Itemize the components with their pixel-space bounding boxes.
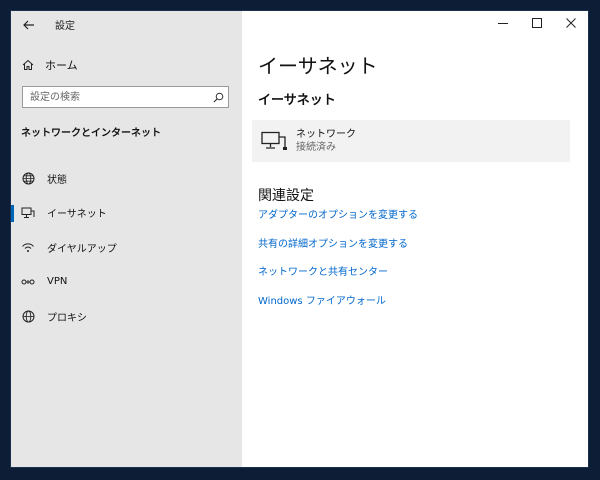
- home-link[interactable]: ホーム: [21, 55, 78, 75]
- sidebar: 設定 ホーム ネットワークとインターネット: [11, 11, 242, 467]
- dialup-icon: [21, 241, 35, 253]
- home-label: ホーム: [45, 59, 78, 72]
- ethernet-icon: [21, 207, 35, 219]
- network-card[interactable]: ネットワーク 接続済み: [252, 120, 570, 162]
- network-name: ネットワーク: [296, 129, 356, 140]
- maximize-icon: [532, 18, 542, 28]
- sidebar-item-label: ダイヤルアップ: [47, 243, 117, 255]
- windows-firewall-link[interactable]: Windows ファイアウォール: [258, 295, 418, 324]
- maximize-button[interactable]: [520, 11, 554, 35]
- close-icon: [566, 18, 576, 28]
- advanced-sharing-options-link[interactable]: 共有の詳細オプションを変更する: [258, 238, 418, 267]
- change-adapter-options-link[interactable]: アダプターのオプションを変更する: [258, 209, 418, 238]
- home-icon: [21, 59, 35, 71]
- back-arrow-icon: [23, 20, 34, 30]
- proxy-globe-icon: [21, 310, 35, 323]
- sidebar-item-proxy[interactable]: プロキシ: [11, 299, 242, 334]
- sidebar-item-label: イーサネット: [47, 209, 107, 221]
- vpn-icon: [21, 276, 35, 288]
- minimize-icon: [498, 23, 508, 24]
- page-title: イーサネット: [258, 54, 378, 78]
- sidebar-item-label: VPN: [47, 276, 68, 288]
- search-input[interactable]: [23, 88, 208, 106]
- search-icon[interactable]: [208, 92, 228, 103]
- network-status: 接続済み: [296, 142, 336, 153]
- main-pane: イーサネット イーサネット ネットワーク 接続済み 関連設定 アダプターのオプシ…: [242, 11, 588, 467]
- sidebar-item-status[interactable]: 状態: [11, 161, 242, 196]
- back-button[interactable]: [19, 15, 39, 35]
- related-links: アダプターのオプションを変更する 共有の詳細オプションを変更する ネットワークと…: [258, 209, 418, 323]
- status-globe-icon: [21, 172, 35, 185]
- section-title: ネットワークとインターネット: [21, 128, 161, 139]
- sidebar-nav: 状態 イーサネット ダイヤルアップ VPN プロキシ: [11, 161, 242, 334]
- network-monitor-icon: [252, 131, 296, 151]
- window-controls: [486, 11, 588, 35]
- app-title: 設定: [55, 21, 75, 32]
- sidebar-item-vpn[interactable]: VPN: [11, 265, 242, 300]
- section-subtitle: イーサネット: [258, 93, 336, 108]
- sidebar-item-label: 状態: [47, 174, 67, 186]
- related-settings-title: 関連設定: [258, 188, 314, 204]
- minimize-button[interactable]: [486, 11, 520, 35]
- sidebar-item-ethernet[interactable]: イーサネット: [11, 196, 242, 231]
- sidebar-item-dialup[interactable]: ダイヤルアップ: [11, 230, 242, 265]
- network-sharing-center-link[interactable]: ネットワークと共有センター: [258, 266, 418, 295]
- sidebar-item-label: プロキシ: [47, 312, 87, 324]
- close-button[interactable]: [554, 11, 588, 35]
- search-box[interactable]: [22, 86, 229, 108]
- settings-window: 設定 ホーム ネットワークとインターネット: [11, 11, 588, 467]
